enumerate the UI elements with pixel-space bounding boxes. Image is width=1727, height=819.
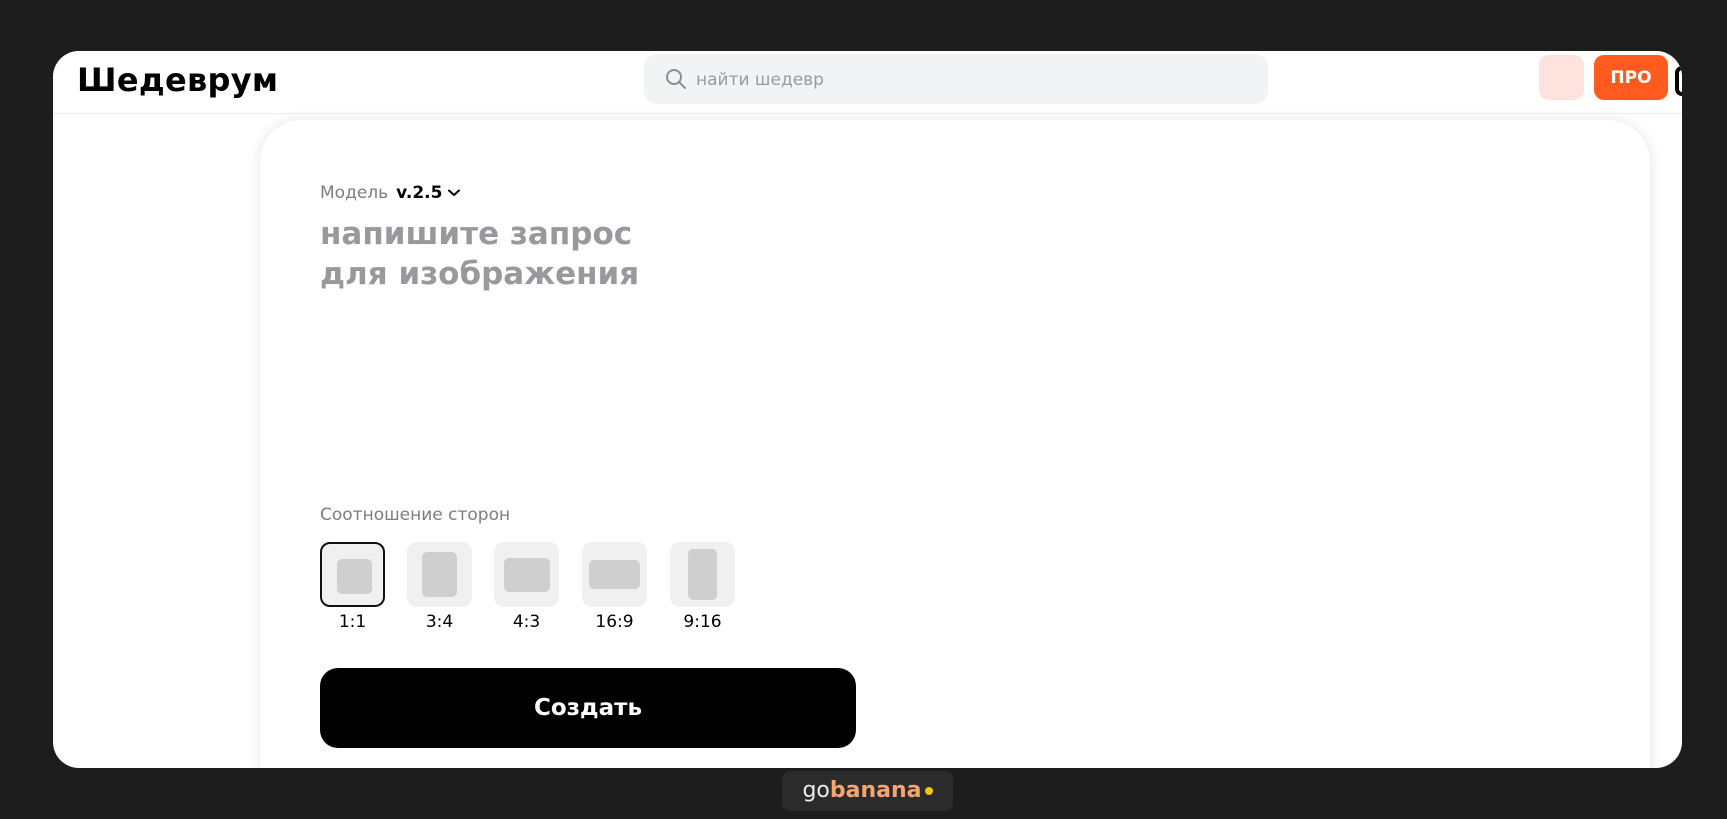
search-input[interactable] [694,54,1238,106]
ratio-box[interactable] [582,542,647,607]
ratio-label-16-9: 16:9 [595,612,634,632]
ratio-shape-icon [504,558,550,592]
avatar[interactable] [1539,55,1584,100]
watermark-dot-icon [924,787,933,795]
search-bar[interactable] [644,54,1268,106]
aspect-ratio-label: Соотношение сторон [320,505,511,525]
ratio-label-4-3: 4:3 [512,612,541,632]
ratio-label-9-16: 9:16 [683,612,722,632]
ratio-box[interactable] [320,542,385,607]
create-panel: Модель v.2.5 Соотношение сторон 1:1 3:4 4… [260,120,1650,768]
create-button[interactable]: Создать [320,668,856,748]
chevron-down-icon [448,189,461,196]
model-selector[interactable]: Модель v.2.5 [320,183,461,203]
prompt-input[interactable] [320,214,880,474]
ratio-shape-icon [337,559,372,594]
model-value: v.2.5 [396,183,443,203]
header: Шедеврум ПРО [53,51,1682,114]
logo[interactable]: Шедеврум [77,61,278,99]
app-window: Шедеврум ПРО Модель v.2.5 Соотношение сто… [53,51,1682,768]
ratio-label-3-4: 3:4 [425,612,454,632]
ratio-option-9-16[interactable]: 9:16 [670,542,738,632]
watermark-banana: banana [829,778,922,803]
ratio-option-4-3[interactable]: 4:3 [494,542,562,632]
ratio-shape-icon [422,552,457,597]
ratio-option-16-9[interactable]: 16:9 [582,542,650,632]
watermark-go: go [802,778,830,803]
ratio-box[interactable] [670,542,735,607]
ratio-shape-icon [589,560,640,589]
ratio-option-3-4[interactable]: 3:4 [407,542,475,632]
ratio-box[interactable] [407,542,472,607]
search-icon [666,69,686,89]
ratio-box[interactable] [494,542,559,607]
ratio-label-1-1: 1:1 [338,612,367,632]
ratio-option-1-1[interactable]: 1:1 [320,542,388,632]
ratio-shape-icon [688,549,717,600]
model-label: Модель [320,183,389,203]
watermark: gobanana [782,771,953,811]
pro-button[interactable]: ПРО [1594,55,1668,100]
cropped-menu-icon[interactable] [1675,66,1682,96]
